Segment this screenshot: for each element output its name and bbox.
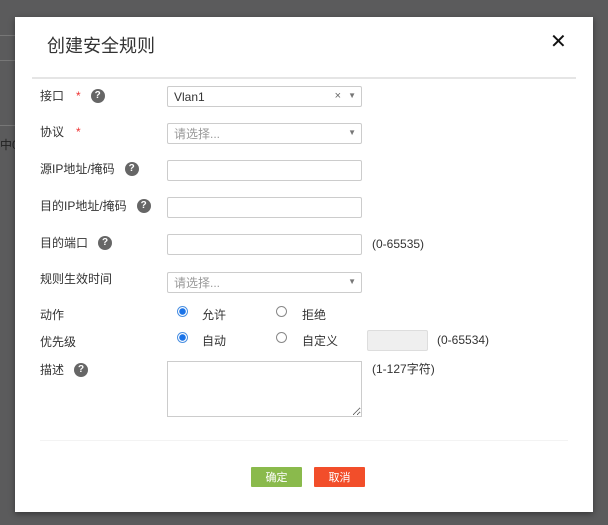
divider	[32, 77, 576, 79]
bg-line	[0, 60, 15, 61]
label-text: 优先级	[40, 335, 77, 349]
label-text: 目的端口	[40, 236, 89, 250]
action-deny-radio[interactable]	[276, 306, 287, 317]
cancel-button[interactable]: 取消	[314, 467, 365, 487]
interface-label: 接口 *?	[40, 87, 105, 104]
help-icon[interactable]: ?	[74, 362, 89, 377]
src-ip-label: 源IP地址/掩码?	[40, 160, 139, 177]
label-text: 目的IP地址/掩码	[40, 199, 127, 213]
action-allow-radio[interactable]	[177, 306, 188, 317]
action-label: 动作	[40, 306, 64, 323]
protocol-label: 协议 *	[40, 123, 81, 140]
required-mark: *	[76, 124, 81, 139]
description-label: 描述?	[40, 361, 89, 378]
select-placeholder: 请选择...	[174, 127, 221, 141]
interface-select[interactable]: Vlan1 × ▼	[167, 86, 362, 107]
create-security-rule-dialog: 创建安全规则 ✕ 接口 *? Vlan1 × ▼ 协议 * 请选择... ▼ 源IP地址/…	[15, 17, 593, 512]
src-ip-input[interactable]	[167, 160, 362, 181]
priority-custom-label[interactable]: 自定义	[302, 332, 338, 349]
bg-line	[0, 125, 15, 126]
chevron-down-icon: ▼	[348, 128, 356, 137]
description-textarea[interactable]	[167, 361, 362, 417]
schedule-label: 规则生效时间	[40, 270, 112, 287]
close-icon[interactable]: ✕	[550, 29, 567, 54]
label-text: 接口	[40, 89, 65, 103]
help-icon[interactable]: ?	[124, 161, 139, 176]
label-text: 规则生效时间	[40, 272, 113, 286]
action-allow-label[interactable]: 允许	[202, 306, 226, 323]
priority-auto-label[interactable]: 自动	[202, 332, 226, 349]
priority-label: 优先级	[40, 333, 76, 350]
priority-range-hint: (0-65534)	[437, 333, 490, 347]
background-text: 中0.	[0, 138, 15, 152]
divider	[40, 440, 568, 441]
help-icon[interactable]: ?	[98, 235, 113, 250]
label-text: 源IP地址/掩码	[40, 162, 115, 176]
help-icon[interactable]: ?	[90, 88, 105, 103]
required-mark: *	[76, 88, 81, 103]
chevron-down-icon: ▼	[348, 277, 356, 286]
help-icon[interactable]: ?	[136, 198, 151, 213]
action-deny-label[interactable]: 拒绝	[302, 306, 326, 323]
confirm-button[interactable]: 确定	[251, 467, 302, 487]
label-text: 描述	[40, 363, 65, 377]
label-text: 动作	[40, 308, 65, 322]
dst-ip-label: 目的IP地址/掩码?	[40, 197, 151, 214]
schedule-select[interactable]: 请选择... ▼	[167, 272, 362, 293]
dialog-title: 创建安全规则	[47, 36, 155, 56]
bg-line	[0, 35, 15, 36]
chevron-down-icon: ▼	[348, 91, 356, 100]
label-text: 协议	[40, 125, 65, 139]
clear-icon[interactable]: ×	[335, 90, 341, 102]
description-length-hint: (1-127字符)	[372, 362, 435, 376]
select-value: Vlan1	[174, 89, 205, 104]
dst-ip-input[interactable]	[167, 197, 362, 218]
port-range-hint: (0-65535)	[372, 237, 425, 251]
dst-port-label: 目的端口?	[40, 234, 113, 251]
protocol-select[interactable]: 请选择... ▼	[167, 123, 362, 144]
select-placeholder: 请选择...	[174, 276, 221, 290]
dst-port-input[interactable]	[167, 234, 362, 255]
priority-auto-radio[interactable]	[177, 332, 188, 343]
priority-custom-radio[interactable]	[276, 332, 287, 343]
priority-input[interactable]	[367, 330, 428, 351]
